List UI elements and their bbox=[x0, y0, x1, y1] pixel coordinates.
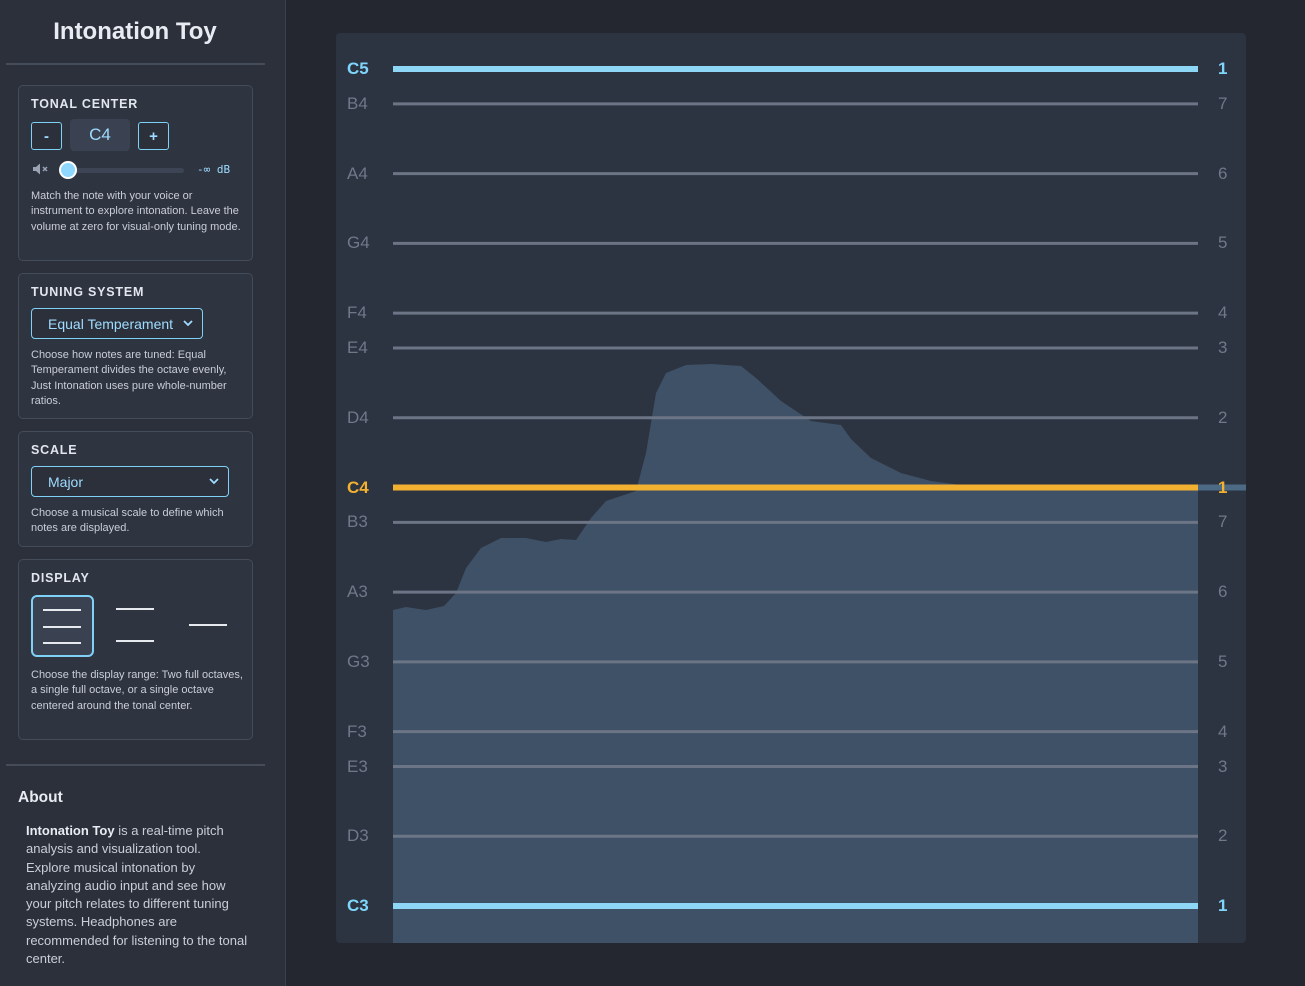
scale-degree-label: 2 bbox=[1218, 826, 1228, 846]
range-line-icon bbox=[116, 640, 154, 642]
display-two-octaves-button[interactable] bbox=[31, 595, 94, 657]
note-label-d4: D4 bbox=[347, 407, 369, 427]
note-label-a3: A3 bbox=[347, 582, 368, 602]
scale-degree-label: 3 bbox=[1218, 756, 1228, 776]
increment-button[interactable]: + bbox=[138, 122, 169, 150]
display-centered-octave-button[interactable] bbox=[176, 595, 239, 657]
chevron-down-icon bbox=[182, 316, 194, 333]
scale-degree-label: 4 bbox=[1218, 303, 1228, 323]
display-one-octave-button[interactable] bbox=[104, 595, 167, 657]
note-label-g4: G4 bbox=[347, 233, 370, 253]
pitch-history-area bbox=[393, 364, 1198, 943]
tuning-system-value: Equal Temperament bbox=[48, 315, 174, 332]
note-label-g3: G3 bbox=[347, 651, 370, 671]
note-label-c5: C5 bbox=[347, 59, 369, 78]
display-panel: DISPLAY Choose the display range: Two fu… bbox=[18, 559, 253, 740]
scale-degree-label: 2 bbox=[1218, 407, 1228, 427]
about-text: Intonation Toy is a real-time pitch anal… bbox=[26, 822, 248, 968]
display-heading: DISPLAY bbox=[31, 571, 90, 585]
range-line-icon bbox=[116, 608, 154, 610]
scale-degree-label: 7 bbox=[1218, 512, 1228, 532]
divider bbox=[6, 764, 265, 766]
decrement-button[interactable]: - bbox=[31, 122, 62, 150]
scale-degree-label: 1 bbox=[1218, 896, 1228, 915]
about-app-name: Intonation Toy bbox=[26, 823, 115, 838]
app-title: Intonation Toy bbox=[53, 18, 217, 45]
note-label-c3: C3 bbox=[347, 896, 369, 915]
chevron-down-icon bbox=[208, 474, 220, 491]
display-help: Choose the display range: Two full octav… bbox=[31, 669, 243, 712]
tuning-system-select[interactable]: Equal Temperament bbox=[31, 308, 203, 339]
about-heading: About bbox=[18, 789, 63, 806]
scale-degree-label: 3 bbox=[1218, 338, 1228, 357]
range-line-icon bbox=[43, 626, 81, 628]
note-label-a4: A4 bbox=[347, 163, 368, 183]
note-label-d3: D3 bbox=[347, 826, 369, 846]
range-line-icon bbox=[43, 642, 81, 644]
scale-degree-label: 6 bbox=[1218, 582, 1228, 602]
pitch-canvas bbox=[393, 66, 1246, 943]
scale-degree-label: 4 bbox=[1218, 721, 1228, 741]
note-label-c4: C4 bbox=[347, 477, 369, 497]
scale-heading: SCALE bbox=[31, 443, 78, 457]
tonal-center-note: C4 bbox=[70, 119, 130, 151]
tuning-system-panel: TUNING SYSTEM Equal Temperament Choose h… bbox=[18, 273, 253, 419]
scale-degree-label: 5 bbox=[1218, 651, 1228, 671]
scale-select[interactable]: Major bbox=[31, 466, 229, 497]
tonal-center-help: Match the note with your voice or instru… bbox=[31, 190, 241, 233]
tuning-system-help: Choose how notes are tuned: Equal Temper… bbox=[31, 349, 227, 408]
note-label-f3: F3 bbox=[347, 721, 367, 741]
tuning-system-heading: TUNING SYSTEM bbox=[31, 285, 145, 299]
note-label-e3: E3 bbox=[347, 756, 368, 776]
scale-degree-label: 1 bbox=[1218, 59, 1228, 78]
divider bbox=[6, 63, 265, 65]
scale-degree-label: 1 bbox=[1218, 477, 1228, 497]
scale-degree-label: 7 bbox=[1218, 93, 1228, 113]
range-line-icon bbox=[189, 624, 227, 626]
sidebar: Intonation Toy TONAL CENTER - C4 + -∞ dB… bbox=[0, 0, 286, 986]
note-label-b4: B4 bbox=[347, 93, 368, 113]
speaker-muted-icon[interactable] bbox=[32, 162, 50, 181]
tonal-center-panel: TONAL CENTER - C4 + -∞ dB Match the note… bbox=[18, 85, 253, 261]
range-line-icon bbox=[43, 609, 81, 611]
scale-degree-label: 6 bbox=[1218, 163, 1228, 183]
scale-degree-label: 5 bbox=[1218, 233, 1228, 253]
note-label-e4: E4 bbox=[347, 338, 368, 357]
volume-slider-track[interactable] bbox=[67, 168, 184, 173]
scale-panel: SCALE Major Choose a musical scale to de… bbox=[18, 431, 253, 547]
scale-help: Choose a musical scale to define which n… bbox=[31, 507, 224, 535]
note-label-b3: B3 bbox=[347, 512, 368, 532]
pitch-visualization: C5 1 B4 7 A4 6 G4 5 F4 4 E4 3 D4 2 C4 1 B3 7 A3 6 G3 5 F3 4 E3 3 D… bbox=[336, 33, 1246, 943]
volume-readout: -∞ dB bbox=[197, 163, 231, 176]
tonal-center-heading: TONAL CENTER bbox=[31, 97, 139, 111]
about-description: is a real-time pitch analysis and visual… bbox=[26, 823, 248, 967]
scale-value: Major bbox=[48, 473, 84, 490]
note-label-f4: F4 bbox=[347, 303, 367, 323]
volume-slider-thumb[interactable] bbox=[59, 161, 77, 179]
